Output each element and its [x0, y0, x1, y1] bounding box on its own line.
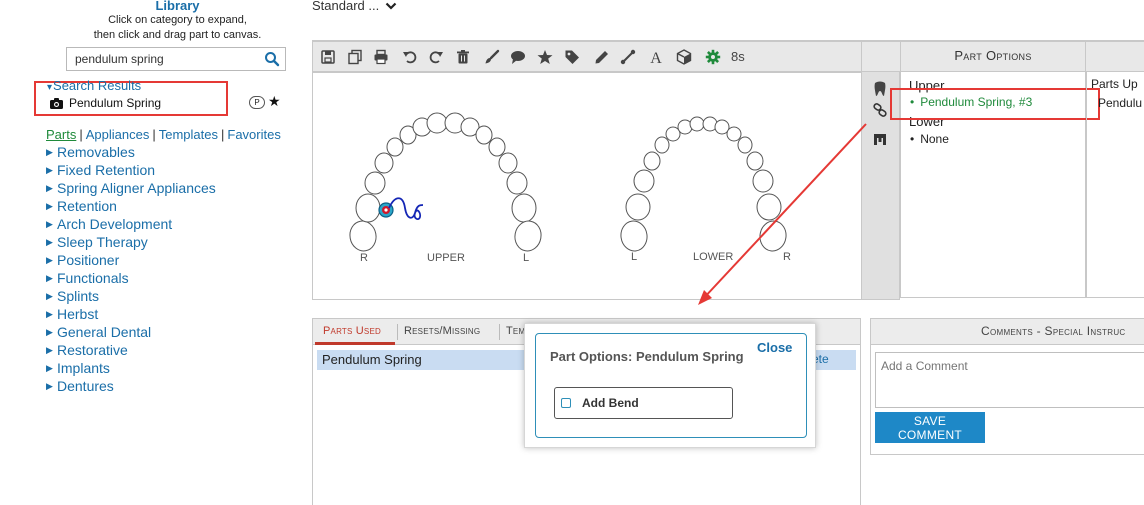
search-icon[interactable] — [264, 51, 280, 67]
expand-triangle-icon: ▶ — [46, 164, 53, 175]
add-bend-button[interactable]: Add Bend — [554, 387, 733, 419]
part-type-badge: P — [249, 96, 265, 109]
print-icon[interactable] — [373, 49, 389, 65]
lower-left-label: L — [631, 251, 638, 263]
expand-triangle-icon: ▶ — [46, 218, 53, 229]
case-type-value: Standard ... — [312, 0, 380, 13]
redo-icon[interactable] — [428, 49, 444, 65]
case-type-dropdown[interactable]: Standard ... — [312, 0, 397, 13]
bridge-icon[interactable] — [873, 132, 887, 146]
trash-icon[interactable] — [455, 49, 471, 65]
category-item[interactable]: ▶ Spring Aligner Appliances — [46, 179, 216, 197]
copy-icon[interactable] — [347, 49, 363, 65]
save-icon[interactable] — [320, 49, 336, 65]
category-item[interactable]: ▶ Removables — [46, 143, 216, 161]
part-options-highlight — [890, 88, 1100, 120]
favorite-star-icon[interactable]: ★ — [268, 93, 281, 110]
expand-triangle-icon: ▶ — [46, 362, 53, 373]
tab-appliances[interactable]: Appliances — [86, 127, 150, 142]
link-icon[interactable] — [873, 103, 887, 117]
text-icon[interactable]: A — [648, 49, 664, 65]
category-item[interactable]: ▶ General Dental — [46, 323, 216, 341]
tab-resets-missing[interactable]: Resets/Missing — [404, 325, 480, 337]
tag-icon[interactable] — [564, 49, 580, 65]
camera-icon — [50, 97, 63, 109]
category-item[interactable]: ▶ Arch Development — [46, 215, 216, 233]
library-instruction-1: Click on category to expand, — [108, 14, 247, 26]
parts-upper-header — [1086, 40, 1144, 72]
toolbar-filler — [862, 40, 900, 72]
search-box — [66, 47, 286, 71]
category-item[interactable]: ▶ Herbst — [46, 305, 216, 323]
brush-icon[interactable] — [484, 49, 500, 65]
undo-icon[interactable] — [402, 49, 418, 65]
expand-triangle-icon: ▶ — [46, 200, 53, 211]
cube-icon[interactable] — [676, 49, 692, 65]
tab-parts[interactable]: Parts — [46, 127, 76, 142]
star-icon[interactable] — [537, 49, 553, 65]
expand-triangle-icon: ▶ — [46, 182, 53, 193]
category-item[interactable]: ▶ Retention — [46, 197, 216, 215]
search-results-header[interactable]: ▾Search Results — [47, 78, 141, 93]
gear-icon[interactable] — [705, 49, 721, 65]
expand-triangle-icon: ▶ — [46, 290, 53, 301]
parts-upper-label: Parts Up — [1091, 77, 1138, 91]
search-result-name: Pendulum Spring — [69, 96, 162, 110]
comments-header: Comments - Special Instruc — [870, 318, 1144, 345]
category-item[interactable]: ▶ Dentures — [46, 377, 216, 395]
parts-upper-item: Pendulu — [1098, 96, 1143, 110]
category-list: ▶ Removables ▶ Fixed Retention ▶ Spring Ali… — [46, 143, 216, 395]
canvas-toolbar: A 8s — [312, 40, 862, 72]
tab-parts-used[interactable]: Parts Used — [323, 325, 381, 337]
pencil-icon[interactable] — [594, 49, 610, 65]
search-result-item[interactable]: Pendulum Spring — [50, 96, 161, 110]
popup-title: Part Options: Pendulum Spring — [550, 349, 744, 364]
lower-part-item: • None — [910, 132, 949, 146]
expand-triangle-icon: ▶ — [46, 146, 53, 157]
close-button[interactable]: Close — [757, 340, 792, 355]
library-instruction-2: then click and drag part to canvas. — [93, 29, 262, 41]
search-results-label: Search Results — [53, 78, 142, 93]
checkbox-icon — [561, 398, 571, 408]
tab-templates-partial[interactable]: Tem — [506, 325, 525, 337]
line-icon[interactable] — [620, 49, 636, 65]
expand-triangle-icon: ▶ — [46, 236, 53, 247]
collapse-caret-icon: ▾ — [47, 82, 53, 93]
comment-textarea[interactable] — [875, 352, 1144, 408]
part-options-header: Part Options — [900, 40, 1086, 72]
search-input[interactable] — [75, 52, 255, 66]
tooth-icon[interactable] — [873, 81, 887, 97]
category-item[interactable]: ▶ Positioner — [46, 251, 216, 269]
category-item[interactable]: ▶ Fixed Retention — [46, 161, 216, 179]
expand-triangle-icon: ▶ — [46, 308, 53, 319]
save-comment-button[interactable]: SAVE COMMENT — [875, 412, 985, 443]
expand-triangle-icon: ▶ — [46, 272, 53, 283]
upper-arch — [349, 112, 542, 252]
upper-right-label: R — [360, 252, 368, 264]
pendulum-spring-part[interactable] — [378, 197, 424, 220]
category-item[interactable]: ▶ Implants — [46, 359, 216, 377]
upper-left-label: L — [523, 252, 530, 264]
svg-text:A: A — [650, 50, 662, 65]
library-tabs: Parts | Appliances | Templates | Favorites — [46, 127, 281, 142]
expand-triangle-icon: ▶ — [46, 344, 53, 355]
library-title: Library — [155, 0, 200, 13]
zoom-level[interactable]: 8s — [731, 49, 745, 64]
chevron-down-icon — [385, 2, 397, 10]
annotation-arrow — [698, 123, 867, 305]
comment-icon[interactable] — [510, 49, 526, 65]
expand-triangle-icon: ▶ — [46, 326, 53, 337]
category-item[interactable]: ▶ Restorative — [46, 341, 216, 359]
expand-triangle-icon: ▶ — [46, 380, 53, 391]
upper-arch-label: UPPER — [427, 252, 465, 264]
category-item[interactable]: ▶ Sleep Therapy — [46, 233, 216, 251]
tab-templates[interactable]: Templates — [159, 127, 218, 142]
expand-triangle-icon: ▶ — [46, 254, 53, 265]
category-item[interactable]: ▶ Functionals — [46, 269, 216, 287]
category-item[interactable]: ▶ Splints — [46, 287, 216, 305]
tab-favorites[interactable]: Favorites — [227, 127, 280, 142]
